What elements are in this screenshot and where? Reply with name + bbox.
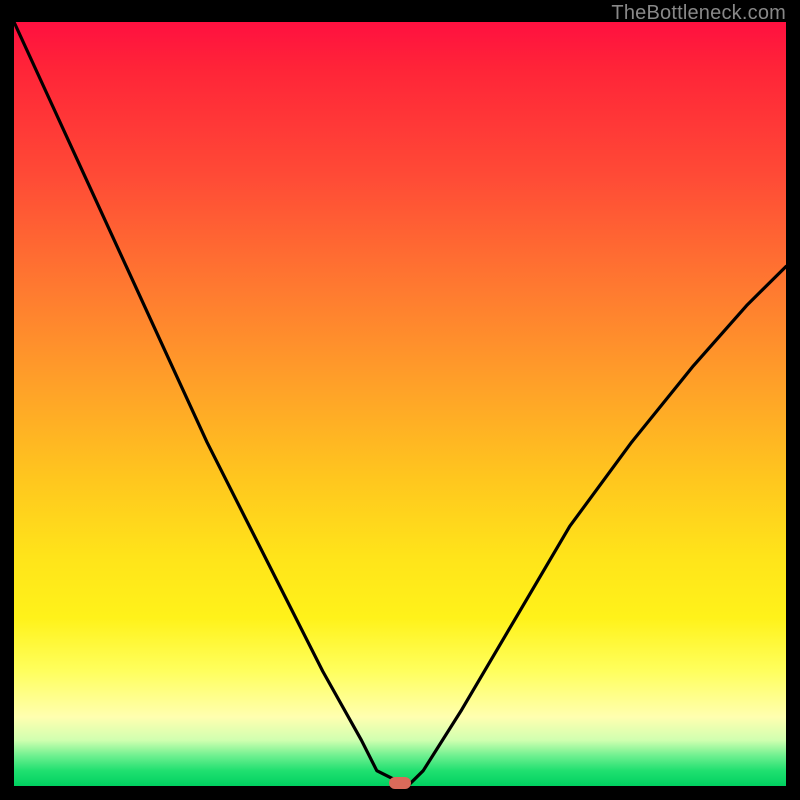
optimal-point-marker [389, 777, 411, 789]
chart-frame: TheBottleneck.com [0, 0, 800, 800]
curve-path [14, 22, 786, 786]
plot-area [14, 22, 786, 786]
bottleneck-curve [14, 22, 786, 786]
